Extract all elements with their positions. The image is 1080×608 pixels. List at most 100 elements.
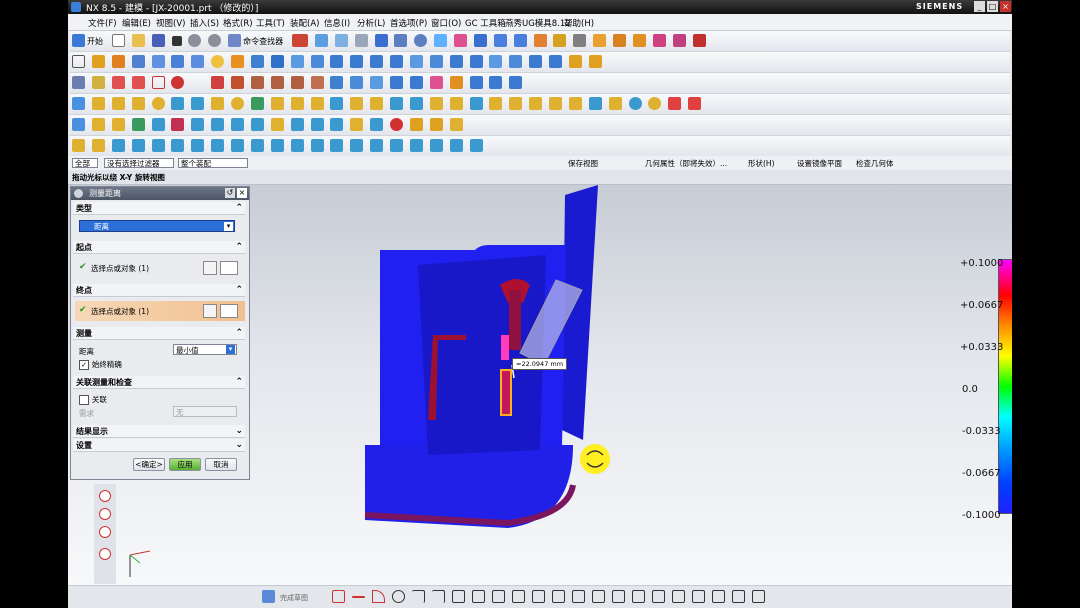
blend-icon[interactable] xyxy=(449,55,463,68)
polygon-icon[interactable] xyxy=(171,76,185,89)
sketch-more-icon[interactable] xyxy=(732,590,745,603)
pocket-tool-icon[interactable] xyxy=(370,118,384,131)
mesh-icon[interactable] xyxy=(390,76,403,89)
yellow-icon[interactable] xyxy=(449,118,463,131)
std-part-6-icon[interactable] xyxy=(171,139,185,152)
filter-all-select[interactable]: 全部 xyxy=(72,158,98,168)
cylinder-icon[interactable] xyxy=(191,55,205,68)
pocket-icon[interactable] xyxy=(250,55,264,68)
point-dialog-icon[interactable] xyxy=(203,261,217,275)
slot-icon[interactable] xyxy=(290,55,304,68)
open-folder-icon[interactable] xyxy=(131,34,145,47)
sew-icon[interactable] xyxy=(588,55,602,68)
surface-icon[interactable] xyxy=(330,76,344,89)
mold-tool-8-icon[interactable] xyxy=(231,97,244,110)
menu-analysis[interactable]: 分析(L) xyxy=(357,17,385,29)
sketch-line-icon[interactable] xyxy=(352,596,365,598)
array-icon[interactable] xyxy=(72,97,85,110)
sketch-circle-icon[interactable] xyxy=(392,590,405,603)
std-part-21-icon[interactable] xyxy=(469,139,483,152)
rectangle-icon[interactable] xyxy=(151,76,165,89)
mold-tool-27-icon[interactable] xyxy=(608,97,622,110)
electrode-icon[interactable] xyxy=(111,118,125,131)
grid-icon[interactable] xyxy=(131,118,145,131)
point-inference-icon[interactable] xyxy=(220,304,238,318)
sketch-chamfer-icon[interactable] xyxy=(432,590,445,603)
chevron-up-icon[interactable]: ⌃ xyxy=(235,376,243,389)
finish-sketch-icon[interactable] xyxy=(262,590,275,603)
subtract-icon[interactable] xyxy=(370,55,384,68)
std-part-icon[interactable] xyxy=(72,139,85,152)
curve-icon[interactable] xyxy=(72,76,85,89)
zoom-icon[interactable] xyxy=(374,34,388,47)
menu-edit[interactable]: 编辑(E) xyxy=(122,17,151,29)
revolve-icon[interactable] xyxy=(111,55,125,68)
mold-tool-18-icon[interactable] xyxy=(429,97,443,110)
save-view-button[interactable]: 保存视图 xyxy=(568,158,598,169)
sketch-offset-icon[interactable] xyxy=(512,590,525,603)
menu-help[interactable]: 帮助(H) xyxy=(564,17,594,29)
mold-tool-24-icon[interactable] xyxy=(549,97,562,110)
menu-preferences[interactable]: 首选项(P) xyxy=(390,17,427,29)
sketch-extend-icon[interactable] xyxy=(572,590,585,603)
mold-cube-icon[interactable] xyxy=(593,34,607,47)
minimize-button[interactable]: _ xyxy=(974,1,985,12)
resource-icon-3[interactable] xyxy=(99,526,111,538)
resource-icon-1[interactable] xyxy=(99,490,111,502)
mirror-plane-button[interactable]: 设置镜像平面 xyxy=(797,158,842,169)
chevron-up-icon[interactable]: ⌃ xyxy=(235,241,243,254)
point-inference-icon[interactable] xyxy=(220,261,238,275)
end-point-row-active[interactable]: ✔ 选择点或对象 (1) xyxy=(75,301,245,321)
snap-icon[interactable] xyxy=(314,34,328,47)
profile-icon[interactable] xyxy=(332,590,345,603)
mold-tool-25-icon[interactable] xyxy=(568,97,582,110)
apply-button[interactable]: 应用 xyxy=(169,458,201,471)
mold-tool-12-icon[interactable] xyxy=(310,97,324,110)
maximize-button[interactable]: □ xyxy=(987,1,998,12)
trim-body-icon[interactable] xyxy=(409,55,423,68)
section-start-point[interactable]: 起点 ⌃ xyxy=(73,241,245,254)
offset-face-icon[interactable] xyxy=(529,55,543,68)
sketch-arc-icon[interactable] xyxy=(372,590,385,603)
shell-icon[interactable] xyxy=(489,55,503,68)
ruler-icon[interactable] xyxy=(292,34,308,47)
mold-tool-23-icon[interactable] xyxy=(529,97,543,110)
section-icon[interactable] xyxy=(533,34,547,47)
sketch-polygon-icon[interactable] xyxy=(472,590,485,603)
runner-icon[interactable] xyxy=(270,118,284,131)
std-part-12-icon[interactable] xyxy=(290,139,304,152)
lifter-icon[interactable] xyxy=(231,118,244,131)
start-button-label[interactable]: 开始 xyxy=(87,36,103,47)
mold-tool-1-icon[interactable] xyxy=(91,97,105,110)
command-finder-icon[interactable] xyxy=(228,34,242,47)
groove-icon[interactable] xyxy=(310,55,324,68)
std-part-19-icon[interactable] xyxy=(429,139,443,152)
mold-cube-5-icon[interactable] xyxy=(672,34,686,47)
thicken-icon[interactable] xyxy=(509,76,523,89)
always-precise-checkbox[interactable]: ✓ 始终精确 xyxy=(79,359,122,370)
block-icon[interactable] xyxy=(171,55,185,68)
extension-icon[interactable] xyxy=(429,76,443,89)
type-filter-select[interactable]: 没有选择过滤器 xyxy=(104,158,174,168)
menu-assembly[interactable]: 装配(A) xyxy=(290,17,319,29)
unite-icon[interactable] xyxy=(350,55,364,68)
sketch-view-icon[interactable] xyxy=(752,590,765,603)
command-finder-label[interactable]: 命令查找器 xyxy=(243,36,283,47)
arc-icon[interactable] xyxy=(131,76,145,89)
cone-icon[interactable] xyxy=(231,55,244,68)
sketch-auto-icon[interactable] xyxy=(632,590,645,603)
assembly-select[interactable]: 整个装配 xyxy=(178,158,248,168)
section-result-display[interactable]: 结果显示 ⌄ xyxy=(73,425,245,438)
mold-tool-29-icon[interactable] xyxy=(648,97,662,110)
std-part-5-icon[interactable] xyxy=(151,139,165,152)
intersect-curve-icon[interactable] xyxy=(310,76,324,89)
spline-icon[interactable] xyxy=(231,76,244,89)
mold-tool-20-icon[interactable] xyxy=(469,97,483,110)
gate-icon[interactable] xyxy=(290,118,304,131)
sketch-dimension-icon[interactable] xyxy=(612,590,625,603)
fit-icon[interactable] xyxy=(354,34,368,47)
resource-icon-2[interactable] xyxy=(99,508,111,520)
mold-tool-11-icon[interactable] xyxy=(290,97,304,110)
sphere-icon[interactable] xyxy=(211,55,225,68)
sketch-convert-icon[interactable] xyxy=(672,590,685,603)
